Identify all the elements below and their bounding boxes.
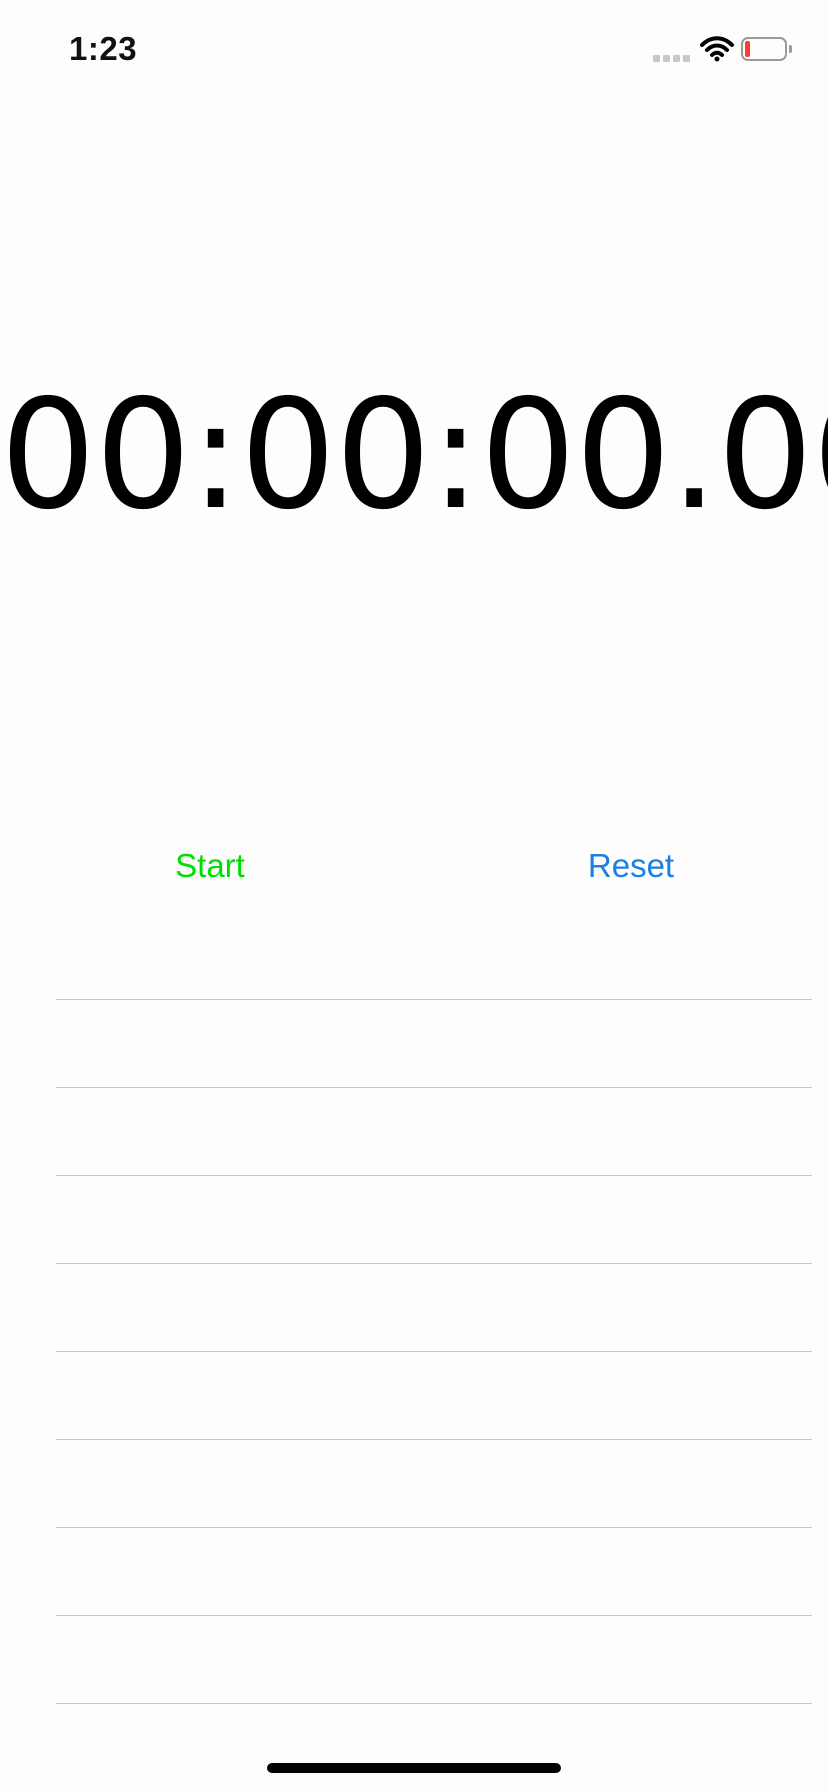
laps-list (0, 912, 828, 1712)
start-button[interactable]: Start (150, 843, 270, 888)
signal-bar-icon (653, 55, 660, 62)
lap-row (0, 1352, 828, 1440)
lap-row (0, 1528, 828, 1616)
lap-row (0, 1000, 828, 1088)
status-time: 1:23 (69, 30, 138, 67)
battery-level-icon (745, 41, 750, 57)
battery-icon (741, 37, 793, 63)
wifi-dot-icon (714, 56, 720, 62)
lap-row (0, 1616, 828, 1704)
row-separator (56, 1703, 812, 1704)
stopwatch-time-display: 00:00:00.00 (0, 367, 828, 543)
stopwatch-screen: 1:23 00:00:00.00 Start Reset (0, 0, 828, 1792)
battery-cap-icon (789, 45, 792, 53)
wifi-icon (700, 36, 734, 62)
signal-bar-icon (663, 55, 670, 62)
reset-button[interactable]: Reset (566, 843, 696, 888)
lap-row (0, 1176, 828, 1264)
status-bar: 1:23 (0, 0, 828, 94)
signal-bar-icon (683, 55, 690, 62)
wifi-middle-arc-icon (705, 43, 729, 52)
signal-icon (653, 55, 691, 62)
wifi-inner-arc-icon (710, 50, 724, 57)
lap-row (0, 912, 828, 1000)
signal-bar-icon (673, 55, 680, 62)
lap-row (0, 1440, 828, 1528)
lap-row (0, 1264, 828, 1352)
home-indicator[interactable] (267, 1763, 561, 1773)
lap-row (0, 1088, 828, 1176)
